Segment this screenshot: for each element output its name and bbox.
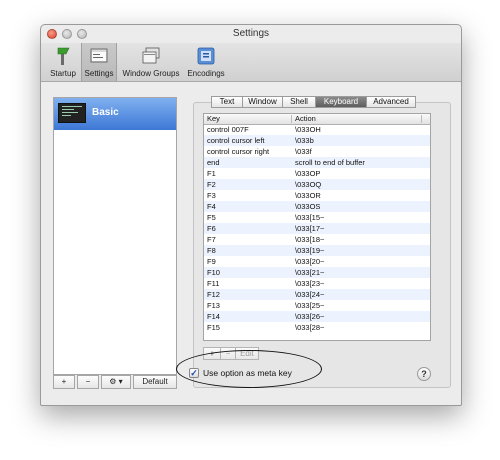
key-bindings-table[interactable]: Key Action control 007F \033OH control cur… xyxy=(203,113,431,341)
toolbar-startup[interactable]: Startup xyxy=(45,43,81,81)
settings-window: Settings Startup Settings Window Groups … xyxy=(40,24,462,406)
key-cell: F3 xyxy=(207,191,216,200)
profile-list[interactable]: Basic xyxy=(53,97,177,375)
remove-key-binding-button[interactable]: − xyxy=(220,347,236,360)
table-row[interactable]: F8 \033[19~ xyxy=(204,245,430,256)
edit-key-binding-button[interactable]: Edit xyxy=(235,347,259,360)
column-header-action[interactable]: Action xyxy=(295,114,316,124)
action-cell: \033[15~ xyxy=(295,213,325,222)
action-cell: \033[28~ xyxy=(295,323,325,332)
key-cell: F4 xyxy=(207,202,216,211)
key-cell: F14 xyxy=(207,312,220,321)
title-bar: Settings xyxy=(41,25,461,43)
window-title: Settings xyxy=(232,28,270,39)
tab-window[interactable]: Window xyxy=(242,96,283,108)
action-cell: \033OQ xyxy=(295,180,322,189)
meta-key-label: Use option as meta key xyxy=(203,368,292,378)
key-cell: F10 xyxy=(207,268,220,277)
table-row[interactable]: F7 \033[18~ xyxy=(204,234,430,245)
action-cell: \033OS xyxy=(295,202,321,211)
help-button[interactable]: ? xyxy=(417,367,431,381)
default-profile-button[interactable]: Default xyxy=(133,375,177,389)
table-row[interactable]: F14 \033[26~ xyxy=(204,311,430,322)
action-cell: \033[26~ xyxy=(295,312,325,321)
table-row[interactable]: F15 \033[28~ xyxy=(204,322,430,333)
minimize-window-button[interactable] xyxy=(62,29,72,39)
action-cell: scroll to end of buffer xyxy=(295,158,365,167)
action-cell: \033f xyxy=(295,147,312,156)
table-row[interactable]: F10 \033[21~ xyxy=(204,267,430,278)
toolbar-settings[interactable]: Settings xyxy=(81,43,117,81)
action-cell: \033OH xyxy=(295,125,321,134)
action-cell: \033OR xyxy=(295,191,321,200)
meta-key-checkbox[interactable]: ✓ xyxy=(189,368,199,378)
remove-profile-button[interactable]: − xyxy=(77,375,99,389)
profile-actions-gear-button[interactable]: ⚙ ▾ xyxy=(101,375,131,389)
zoom-window-button[interactable] xyxy=(77,29,87,39)
action-cell: \033[23~ xyxy=(295,279,325,288)
tab-keyboard[interactable]: Keyboard xyxy=(315,96,367,108)
startup-icon xyxy=(57,47,70,65)
action-cell: \033[24~ xyxy=(295,290,325,299)
key-cell: F13 xyxy=(207,301,220,310)
table-row[interactable]: F9 \033[20~ xyxy=(204,256,430,267)
tab-shell[interactable]: Shell xyxy=(282,96,316,108)
key-cell: F9 xyxy=(207,257,216,266)
window-groups-icon xyxy=(142,47,160,64)
toolbar-encodings[interactable]: Encodings xyxy=(185,43,227,81)
key-cell: control 007F xyxy=(207,125,249,134)
table-row[interactable]: end scroll to end of buffer xyxy=(204,157,430,168)
key-cell: control cursor right xyxy=(207,147,270,156)
action-cell: \033[19~ xyxy=(295,246,325,255)
action-cell: \033OP xyxy=(295,169,321,178)
key-cell: F15 xyxy=(207,323,220,332)
table-row[interactable]: F6 \033[17~ xyxy=(204,223,430,234)
table-row[interactable]: F1 \033OP xyxy=(204,168,430,179)
table-row[interactable]: F5 \033[15~ xyxy=(204,212,430,223)
profile-name: Basic xyxy=(92,107,119,118)
table-row[interactable]: F12 \033[24~ xyxy=(204,289,430,300)
close-window-button[interactable] xyxy=(47,29,57,39)
table-row[interactable]: F2 \033OQ xyxy=(204,179,430,190)
tab-text[interactable]: Text xyxy=(211,96,243,108)
column-header-key[interactable]: Key xyxy=(207,114,220,124)
table-row[interactable]: F3 \033OR xyxy=(204,190,430,201)
action-cell: \033[25~ xyxy=(295,301,325,310)
add-key-binding-button[interactable]: + xyxy=(203,347,221,360)
key-cell: F11 xyxy=(207,279,220,288)
action-cell: \033[20~ xyxy=(295,257,325,266)
key-cell: F7 xyxy=(207,235,216,244)
table-row[interactable]: F11 \033[23~ xyxy=(204,278,430,289)
table-row[interactable]: control 007F \033OH xyxy=(204,124,430,135)
table-row[interactable]: control cursor right \033f xyxy=(204,146,430,157)
action-cell: \033[21~ xyxy=(295,268,325,277)
key-cell: control cursor left xyxy=(207,136,265,145)
profile-thumbnail xyxy=(58,103,86,123)
table-row[interactable]: control cursor left \033b xyxy=(204,135,430,146)
key-cell: F8 xyxy=(207,246,216,255)
profile-item-basic[interactable]: Basic xyxy=(54,98,176,130)
table-row[interactable]: F4 \033OS xyxy=(204,201,430,212)
key-cell: F5 xyxy=(207,213,216,222)
key-cell: F1 xyxy=(207,169,216,178)
preferences-toolbar: Startup Settings Window Groups Encodings xyxy=(41,43,461,82)
key-cell: end xyxy=(207,158,220,167)
key-cell: F12 xyxy=(207,290,220,299)
action-cell: \033[17~ xyxy=(295,224,325,233)
settings-icon xyxy=(90,48,108,63)
action-cell: \033b xyxy=(295,136,314,145)
key-cell: F6 xyxy=(207,224,216,233)
table-row[interactable]: F13 \033[25~ xyxy=(204,300,430,311)
action-cell: \033[18~ xyxy=(295,235,325,244)
toolbar-window-groups[interactable]: Window Groups xyxy=(118,43,184,81)
encodings-icon xyxy=(197,47,215,65)
key-cell: F2 xyxy=(207,180,216,189)
tab-advanced[interactable]: Advanced xyxy=(366,96,416,108)
add-profile-button[interactable]: + xyxy=(53,375,75,389)
